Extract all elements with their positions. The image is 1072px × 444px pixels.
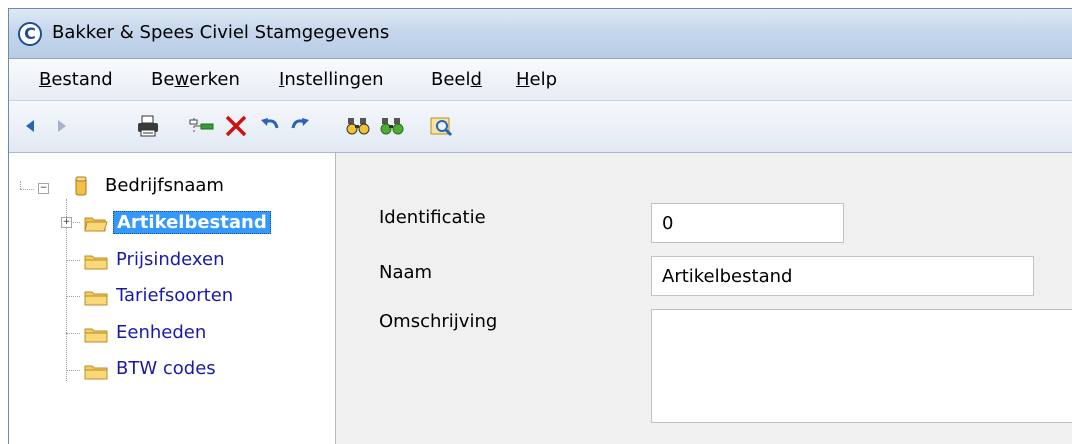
open-folder-icon: [84, 215, 108, 232]
detail-panel: Identificatie 0 Naam Artikelbestand Omsc…: [336, 153, 1072, 444]
expand-artikelbestand-icon[interactable]: +: [61, 217, 72, 228]
collapse-root-icon[interactable]: −: [38, 183, 49, 194]
tree-root-label[interactable]: Bedrijfsnaam: [105, 175, 224, 196]
search-folder-icon[interactable]: [429, 113, 455, 139]
identificatie-field[interactable]: 0: [651, 203, 844, 243]
menu-bar: Bestand Bewerken Instellingen Beeld Help: [9, 59, 1072, 101]
delete-icon[interactable]: [223, 113, 249, 139]
undo-icon[interactable]: [257, 113, 283, 139]
omschrijving-label: Omschrijving: [379, 311, 498, 332]
window-title: Bakker & Spees Civiel Stamgegevens: [52, 22, 390, 43]
back-arrow-icon[interactable]: [17, 113, 43, 139]
tree-line: [66, 296, 80, 297]
omschrijving-field[interactable]: [651, 309, 1072, 423]
toolbar: [9, 101, 1072, 153]
menu-bestand[interactable]: Bestand: [39, 69, 113, 90]
redo-icon[interactable]: [287, 113, 313, 139]
menu-bewerken-label: Bewerken: [151, 69, 240, 90]
tree-item-tariefsoorten[interactable]: Tariefsoorten: [116, 285, 233, 306]
forward-arrow-icon[interactable]: [49, 113, 75, 139]
folder-icon: [84, 326, 108, 343]
identificatie-label: Identificatie: [379, 207, 486, 228]
folder-icon: [84, 289, 108, 306]
tree-item-prijsindexen[interactable]: Prijsindexen: [116, 249, 225, 270]
menu-bestand-label: Bestand: [39, 69, 113, 90]
tree-line: [66, 260, 80, 261]
menu-instellingen-label: Instellingen: [279, 69, 384, 90]
tree-item-eenheden[interactable]: Eenheden: [116, 322, 206, 343]
menu-help[interactable]: Help: [516, 69, 557, 90]
title-bar[interactable]: C Bakker & Spees Civiel Stamgegevens: [9, 9, 1072, 59]
application-window: C Bakker & Spees Civiel Stamgegevens Bes…: [8, 8, 1072, 444]
menu-help-label: Help: [516, 69, 558, 90]
menu-beeld-label: Beeld: [431, 69, 482, 90]
printer-icon[interactable]: [135, 113, 161, 139]
menu-bewerken[interactable]: Bewerken: [151, 69, 240, 90]
tree-line: [66, 333, 80, 334]
tree-item-btw-codes[interactable]: BTW codes: [116, 358, 216, 379]
folder-icon: [84, 363, 108, 380]
tree-panel: − Bedrijfsnaam + Artikelbestand Prijsind…: [9, 153, 336, 444]
find-icon[interactable]: [345, 113, 371, 139]
tree-line: [20, 189, 34, 190]
menu-beeld[interactable]: Beeld: [431, 69, 482, 90]
tree-line: [66, 370, 80, 371]
tree-line: [20, 181, 21, 189]
naam-label: Naam: [379, 262, 433, 283]
folder-icon: [84, 253, 108, 270]
database-icon: [75, 176, 87, 201]
menu-instellingen[interactable]: Instellingen: [279, 69, 384, 90]
app-icon[interactable]: C: [18, 22, 42, 46]
find-next-icon[interactable]: [379, 113, 405, 139]
naam-field[interactable]: Artikelbestand: [651, 256, 1034, 296]
tree-item-artikelbestand[interactable]: Artikelbestand: [113, 211, 271, 234]
insert-record-icon[interactable]: [189, 113, 215, 139]
